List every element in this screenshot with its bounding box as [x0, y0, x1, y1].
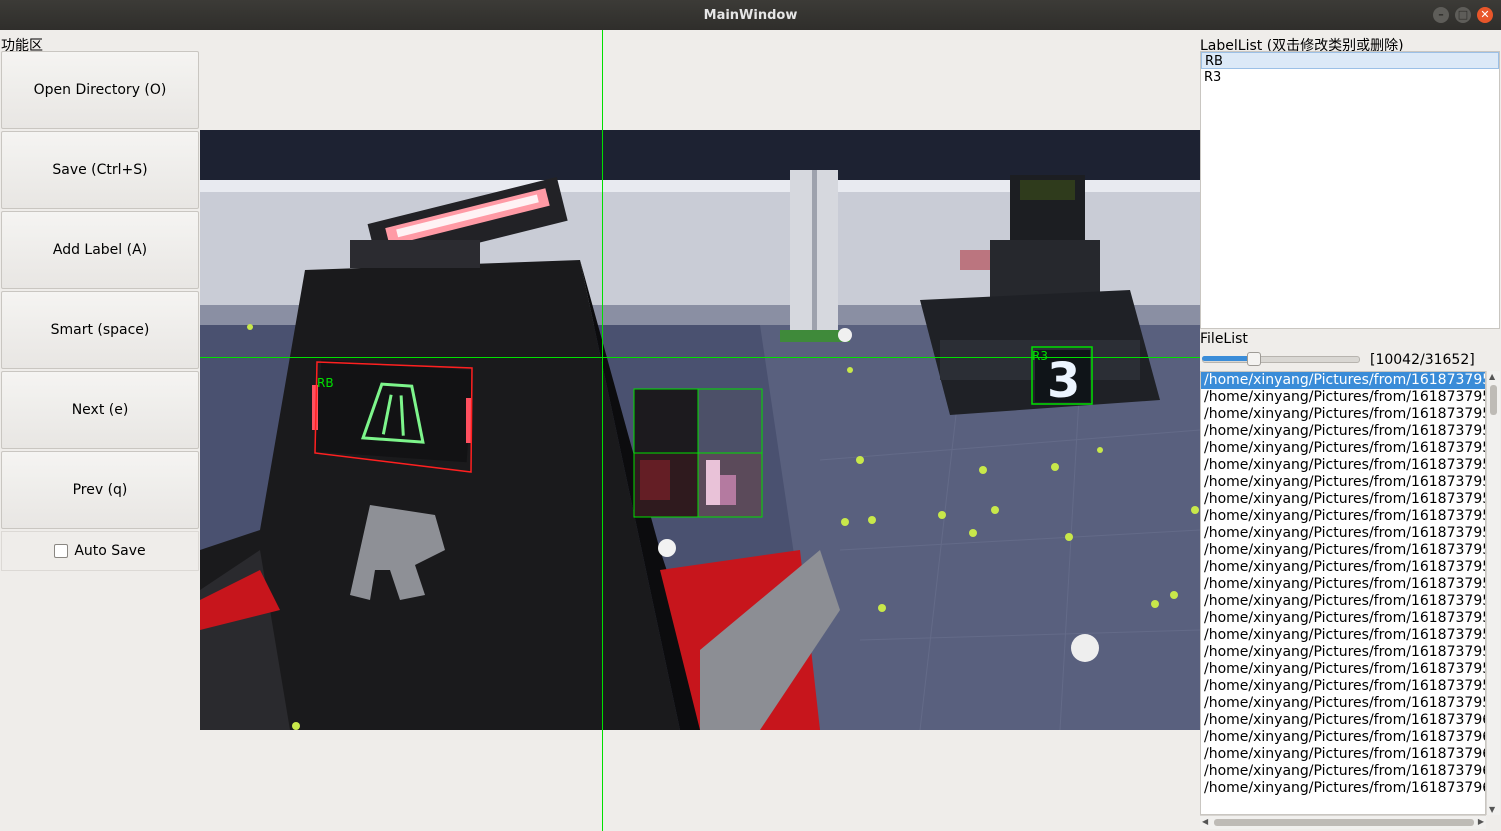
file-list-item[interactable]: /home/xinyang/Pictures/from/161873795: [1201, 678, 1485, 695]
file-list-item[interactable]: /home/xinyang/Pictures/from/161873795: [1201, 525, 1485, 542]
file-list-item[interactable]: /home/xinyang/Pictures/from/161873795: [1201, 610, 1485, 627]
auto-save-label: Auto Save: [74, 543, 146, 559]
scroll-up-icon[interactable]: ▲: [1489, 372, 1495, 381]
label-list-item[interactable]: R3: [1201, 69, 1499, 86]
file-progress-slider[interactable]: [1202, 352, 1360, 366]
file-list-item[interactable]: /home/xinyang/Pictures/from/161873795: [1201, 627, 1485, 644]
file-list-item[interactable]: /home/xinyang/Pictures/from/161873795: [1201, 593, 1485, 610]
label-list-item[interactable]: RB: [1201, 52, 1499, 69]
window-controls: – □ ✕: [1433, 7, 1493, 23]
robot-arena-image: 3 RB R3: [200, 130, 1200, 730]
vertical-scroll-thumb[interactable]: [1490, 385, 1497, 415]
file-list-item[interactable]: /home/xinyang/Pictures/from/161873795: [1201, 508, 1485, 525]
file-list-item[interactable]: /home/xinyang/Pictures/from/161873795: [1201, 559, 1485, 576]
file-list-item[interactable]: /home/xinyang/Pictures/from/161873796: [1201, 746, 1485, 763]
file-list-item[interactable]: /home/xinyang/Pictures/from/161873795: [1201, 542, 1485, 559]
smart-button[interactable]: Smart (space): [1, 291, 199, 369]
image-canvas[interactable]: 3 RB R3: [200, 130, 1200, 730]
file-list-item[interactable]: /home/xinyang/Pictures/from/161873795: [1201, 372, 1485, 389]
label-list[interactable]: RB R3: [1200, 51, 1500, 329]
crosshair-vertical: [602, 30, 603, 831]
file-list[interactable]: /home/xinyang/Pictures/from/161873795/ho…: [1200, 371, 1486, 815]
next-button[interactable]: Next (e): [1, 371, 199, 449]
annotation-label-rb: RB: [317, 376, 334, 390]
minimize-icon[interactable]: –: [1433, 7, 1449, 23]
horizontal-scroll-thumb[interactable]: [1214, 819, 1474, 826]
file-list-item[interactable]: /home/xinyang/Pictures/from/161873796: [1201, 712, 1485, 729]
file-list-item[interactable]: /home/xinyang/Pictures/from/161873795: [1201, 457, 1485, 474]
file-list-item[interactable]: /home/xinyang/Pictures/from/161873795: [1201, 695, 1485, 712]
annotation-label-r3: R3: [1032, 349, 1048, 363]
file-list-item[interactable]: /home/xinyang/Pictures/from/161873795: [1201, 644, 1485, 661]
save-button[interactable]: Save (Ctrl+S): [1, 131, 199, 209]
scroll-right-icon[interactable]: ▶: [1478, 817, 1484, 826]
window-titlebar[interactable]: MainWindow – □ ✕: [0, 0, 1501, 30]
file-list-item[interactable]: /home/xinyang/Pictures/from/161873795: [1201, 389, 1485, 406]
zoom-magnifier: [633, 388, 763, 518]
file-list-item[interactable]: /home/xinyang/Pictures/from/161873795: [1201, 576, 1485, 593]
file-list-item[interactable]: /home/xinyang/Pictures/from/161873796: [1201, 780, 1485, 797]
open-directory-button[interactable]: Open Directory (O): [1, 51, 199, 129]
close-icon[interactable]: ✕: [1477, 7, 1493, 23]
file-list-horizontal-scrollbar[interactable]: ◀ ▶: [1200, 815, 1486, 829]
file-list-item[interactable]: /home/xinyang/Pictures/from/161873795: [1201, 491, 1485, 508]
window-title: MainWindow: [703, 7, 798, 23]
file-list-item[interactable]: /home/xinyang/Pictures/from/161873796: [1201, 729, 1485, 746]
svg-text:3: 3: [1047, 353, 1080, 409]
auto-save-row[interactable]: Auto Save: [1, 531, 199, 571]
file-list-item[interactable]: /home/xinyang/Pictures/from/161873796: [1201, 763, 1485, 780]
file-list-vertical-scrollbar[interactable]: ▲ ▼: [1486, 371, 1500, 815]
auto-save-checkbox[interactable]: [54, 544, 69, 558]
file-list-title: FileList: [1200, 331, 1248, 347]
add-label-button[interactable]: Add Label (A): [1, 211, 199, 289]
file-list-item[interactable]: /home/xinyang/Pictures/from/161873795: [1201, 406, 1485, 423]
file-counter: [10042/31652]: [1370, 352, 1475, 368]
prev-button[interactable]: Prev (q): [1, 451, 199, 529]
scroll-down-icon[interactable]: ▼: [1489, 805, 1495, 814]
maximize-icon[interactable]: □: [1455, 7, 1471, 23]
scroll-left-icon[interactable]: ◀: [1202, 817, 1208, 826]
file-list-item[interactable]: /home/xinyang/Pictures/from/161873795: [1201, 661, 1485, 678]
crosshair-horizontal: [200, 357, 1200, 358]
slider-fill: [1202, 356, 1252, 361]
slider-handle[interactable]: [1247, 352, 1261, 366]
file-list-item[interactable]: /home/xinyang/Pictures/from/161873795: [1201, 474, 1485, 491]
file-list-item[interactable]: /home/xinyang/Pictures/from/161873795: [1201, 423, 1485, 440]
file-list-item[interactable]: /home/xinyang/Pictures/from/161873795: [1201, 440, 1485, 457]
